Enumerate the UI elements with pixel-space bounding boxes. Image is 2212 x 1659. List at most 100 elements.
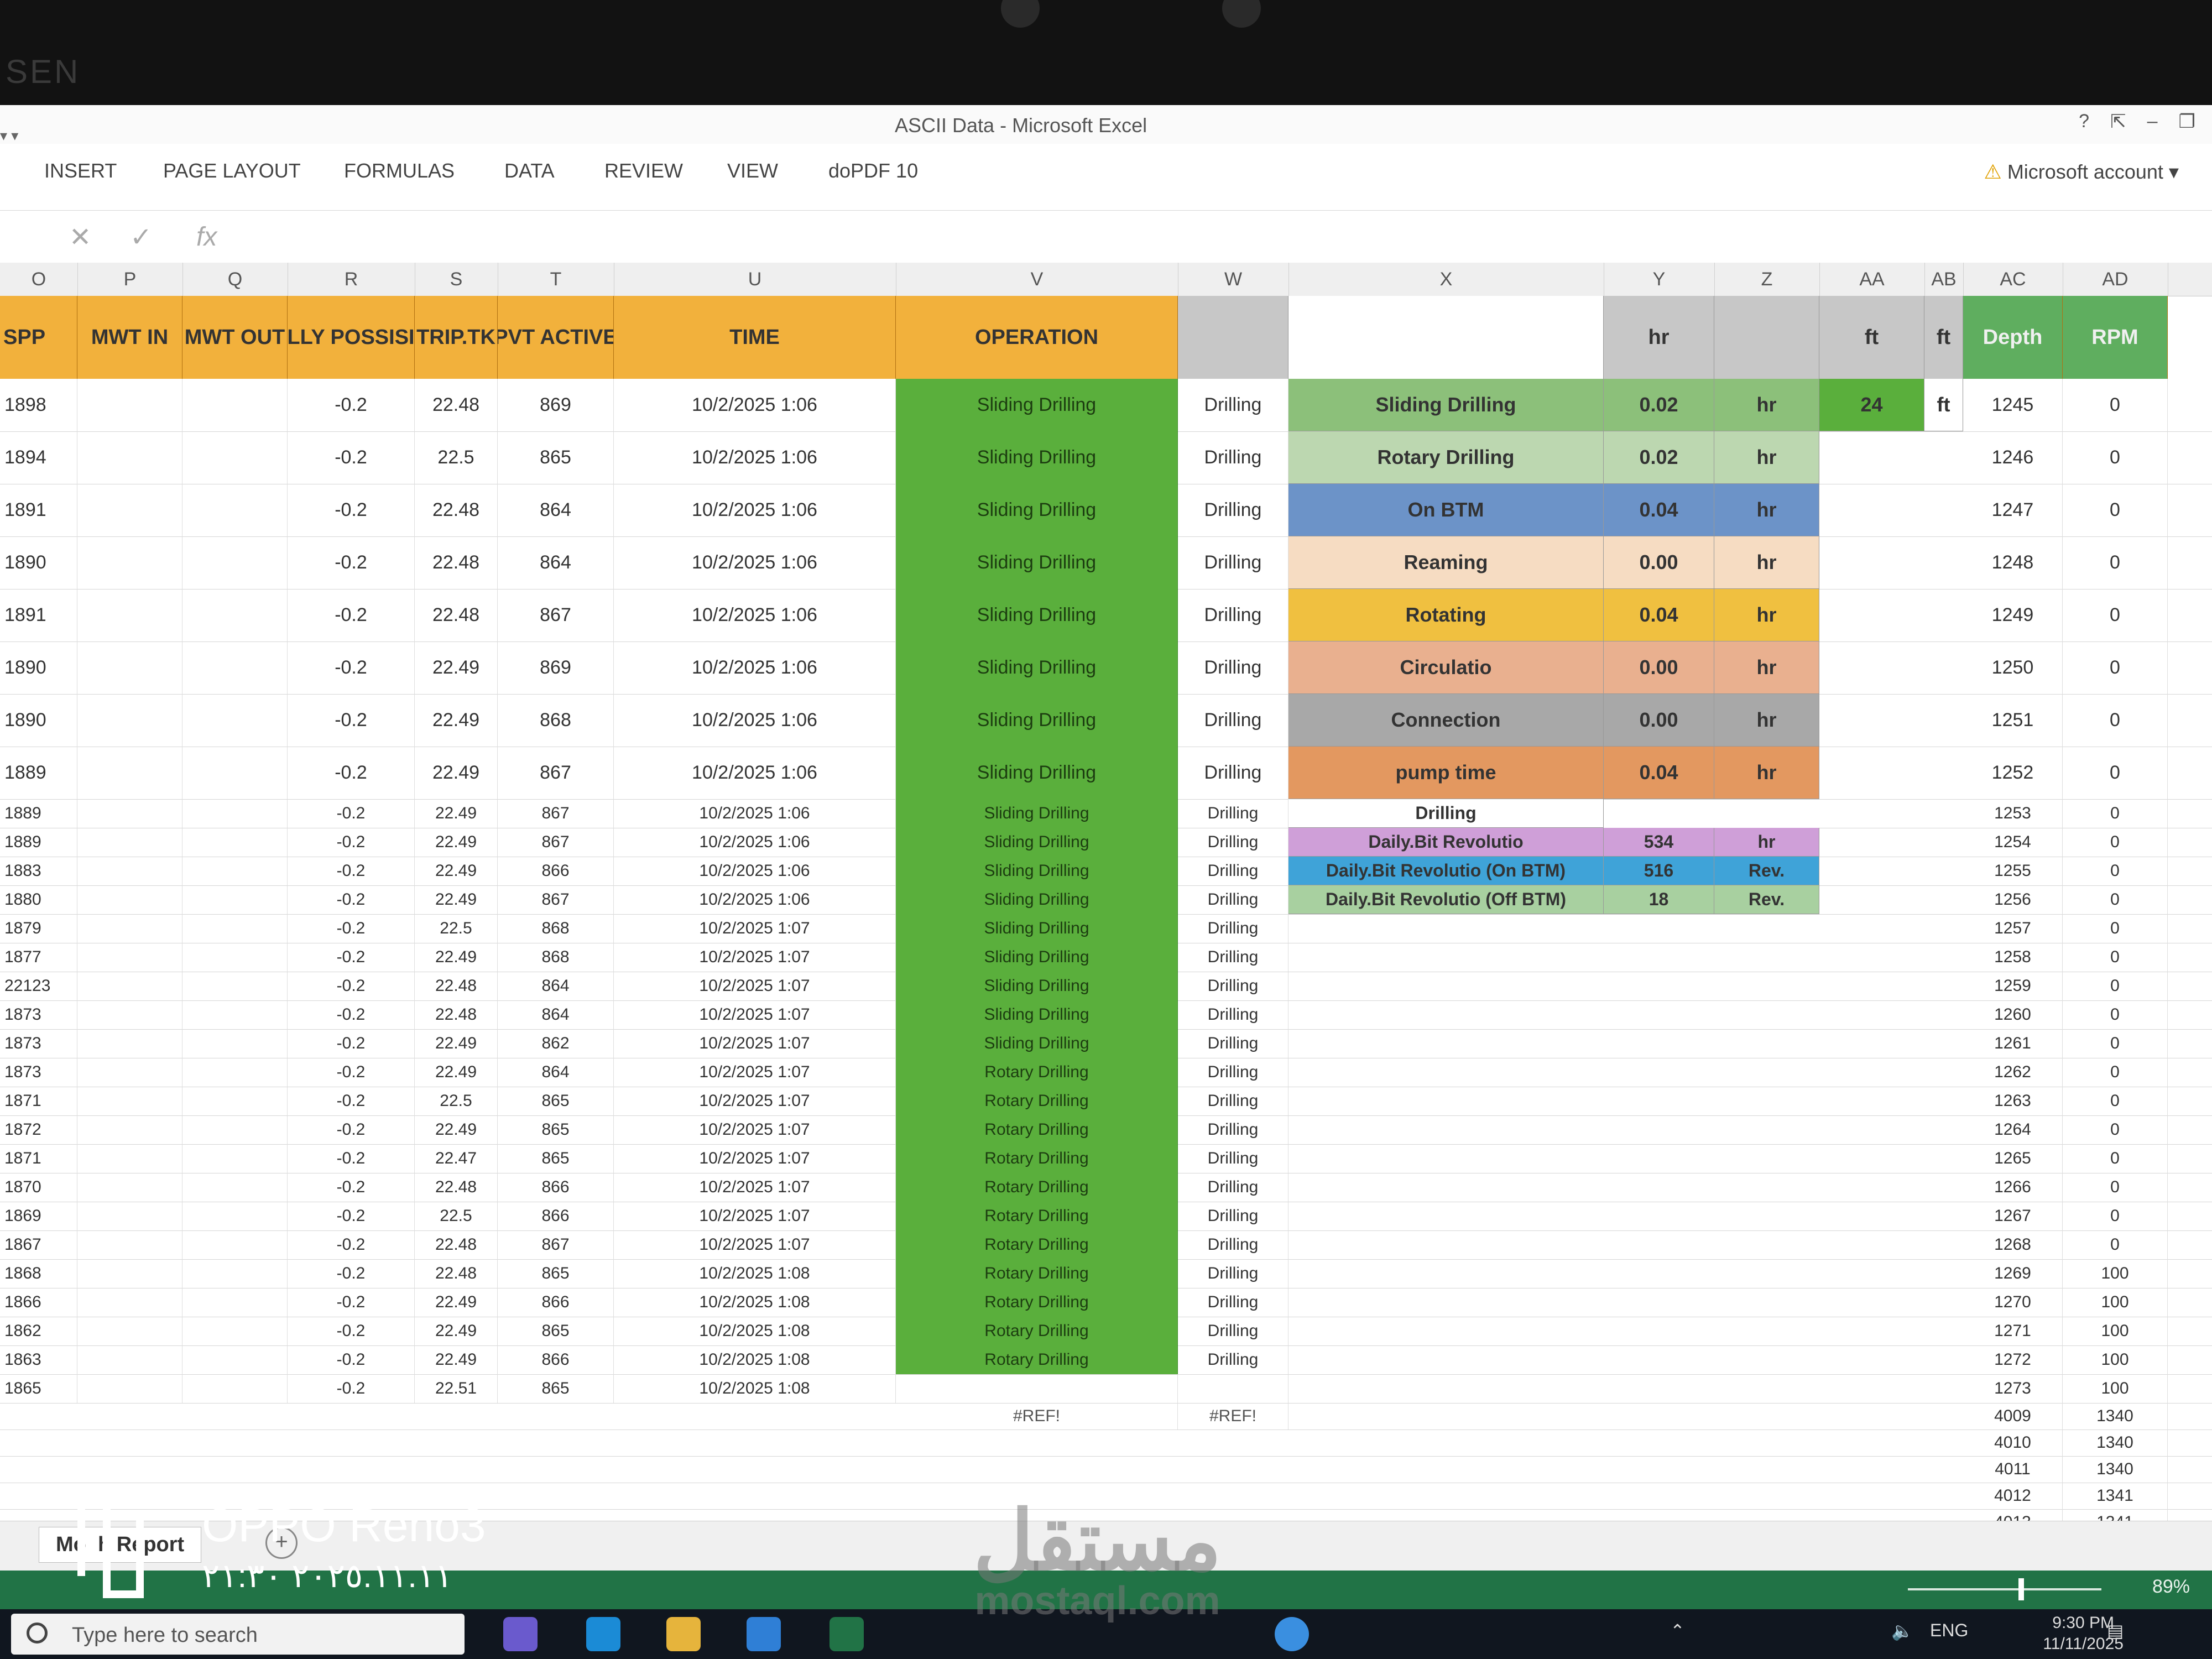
cell-operation[interactable]: Sliding Drilling	[896, 828, 1178, 857]
column-letter[interactable]: O	[0, 263, 78, 296]
cell-w[interactable]: Drilling	[1178, 1115, 1288, 1144]
cell-w[interactable]: Drilling	[1178, 1000, 1288, 1029]
cell-mwt-in[interactable]	[77, 943, 182, 972]
cell-depth[interactable]: 1261	[1963, 1029, 2063, 1058]
summary-label[interactable]: Circulatio	[1288, 641, 1604, 694]
cancel-icon[interactable]: ✕	[69, 222, 91, 253]
column-letter[interactable]: Z	[1714, 263, 1820, 296]
cell-spp[interactable]: 22123	[0, 972, 77, 1000]
cell-operation[interactable]: Rotary Drilling	[896, 1288, 1178, 1317]
cell-aa-first[interactable]: 24	[1819, 379, 1924, 431]
cell-pvt-active[interactable]: 865	[498, 1144, 614, 1173]
cell-pvt-active[interactable]: 866	[498, 1345, 614, 1374]
summary-value[interactable]: 0.00	[1604, 641, 1714, 694]
summary-unit[interactable]: hr	[1714, 641, 1819, 694]
cell-trip-tk[interactable]: 22.5	[415, 914, 498, 943]
cell-trip-tk[interactable]: 22.49	[415, 857, 498, 885]
column-letter[interactable]: X	[1288, 263, 1604, 296]
header-operation[interactable]: OPERATION	[896, 296, 1178, 379]
cell-rpm[interactable]: 1340	[2063, 1403, 2168, 1430]
cell-depth[interactable]: 1273	[1963, 1374, 2063, 1403]
cell-ab-first[interactable]: ft	[1924, 379, 1963, 431]
cell-mwt-out[interactable]	[182, 972, 288, 1000]
cell-mwt-in[interactable]	[77, 1058, 182, 1087]
cell-pvt-active[interactable]: 868	[498, 943, 614, 972]
cell-time[interactable]: 10/2/2025 1:07	[614, 1087, 896, 1115]
cell-depth[interactable]: 1267	[1963, 1202, 2063, 1230]
cell-possisi[interactable]: -0.2	[288, 1087, 415, 1115]
summary-label[interactable]: Rotating	[1288, 589, 1604, 641]
cell-time[interactable]: 10/2/2025 1:07	[614, 1173, 896, 1202]
cell-spp[interactable]: 1872	[0, 1115, 77, 1144]
cell-mwt-in[interactable]	[77, 1345, 182, 1374]
help-button[interactable]: ?	[2079, 111, 2089, 133]
cell-trip-tk[interactable]: 22.49	[415, 1345, 498, 1374]
cell-trip-tk[interactable]: 22.48	[415, 484, 498, 536]
header-z[interactable]	[1714, 296, 1819, 379]
column-letter[interactable]: P	[77, 263, 183, 296]
cell-time[interactable]: 10/2/2025 1:08	[614, 1345, 896, 1374]
cell-depth[interactable]: 1249	[1963, 589, 2063, 641]
header-y[interactable]: hr	[1604, 296, 1714, 379]
cell-rpm[interactable]: 0	[2063, 1029, 2168, 1058]
tab-review[interactable]: REVIEW	[604, 159, 683, 182]
cell-spp[interactable]: 1890	[0, 536, 77, 589]
cell-mwt-in[interactable]	[77, 857, 182, 885]
cell-rpm[interactable]: 1341	[2063, 1483, 2168, 1509]
quick-access-toolbar[interactable]: ▾ ▾	[0, 127, 18, 144]
cell-mwt-in[interactable]	[77, 1087, 182, 1115]
cell-depth[interactable]: 1264	[1963, 1115, 2063, 1144]
cell-mwt-in[interactable]	[77, 747, 182, 799]
cell-mwt-in[interactable]	[77, 828, 182, 857]
cell-operation[interactable]	[896, 1374, 1178, 1403]
cell-spp[interactable]: 1871	[0, 1144, 77, 1173]
cell-time[interactable]: 10/2/2025 1:06	[614, 379, 896, 431]
cell-possisi[interactable]: -0.2	[288, 885, 415, 914]
header-trip-tk[interactable]: TRIP.TK	[415, 296, 498, 379]
cell-spp[interactable]: 1862	[0, 1317, 77, 1345]
column-letter[interactable]: AC	[1963, 263, 2063, 296]
summary-label[interactable]: Reaming	[1288, 536, 1604, 589]
summary-unit[interactable]: hr	[1714, 431, 1819, 484]
tab-formulas[interactable]: FORMULAS	[344, 159, 455, 182]
cell-mwt-out[interactable]	[182, 747, 288, 799]
cell-rpm[interactable]: 0	[2063, 379, 2168, 431]
cell-w[interactable]	[1178, 1374, 1288, 1403]
cell-mwt-out[interactable]	[182, 1029, 288, 1058]
cell-pvt-active[interactable]: 868	[498, 914, 614, 943]
cell-possisi[interactable]: -0.2	[288, 747, 415, 799]
cell-depth[interactable]: 1259	[1963, 972, 2063, 1000]
cell-pvt-active[interactable]: 867	[498, 747, 614, 799]
cell-spp[interactable]: 1867	[0, 1230, 77, 1259]
cell-w[interactable]: Drilling	[1178, 828, 1288, 857]
cell-trip-tk[interactable]: 22.48	[415, 1259, 498, 1288]
cell-depth[interactable]: 1250	[1963, 641, 2063, 694]
cell-time[interactable]: 10/2/2025 1:06	[614, 536, 896, 589]
cell-w[interactable]: Drilling	[1178, 1317, 1288, 1345]
cell-possisi[interactable]: -0.2	[288, 1029, 415, 1058]
cell-w[interactable]: Drilling	[1178, 1230, 1288, 1259]
cell-pvt-active[interactable]: 865	[498, 1317, 614, 1345]
header-time[interactable]: TIME	[614, 296, 896, 379]
cell-possisi[interactable]: -0.2	[288, 694, 415, 747]
cell-time[interactable]: 10/2/2025 1:07	[614, 1230, 896, 1259]
cell-operation[interactable]: Sliding Drilling	[896, 799, 1178, 828]
cell-pvt-active[interactable]: 869	[498, 379, 614, 431]
cell-mwt-out[interactable]	[182, 641, 288, 694]
cell-spp[interactable]: 1880	[0, 885, 77, 914]
cell-spp[interactable]: 1879	[0, 914, 77, 943]
cell-pvt-active[interactable]: 864	[498, 1000, 614, 1029]
cell-time[interactable]: 10/2/2025 1:06	[614, 694, 896, 747]
cell-operation[interactable]: Sliding Drilling	[896, 943, 1178, 972]
cell-spp[interactable]: 1868	[0, 1259, 77, 1288]
tab-insert[interactable]: INSERT	[44, 159, 117, 182]
cell-rpm[interactable]: 0	[2063, 641, 2168, 694]
cell-pvt-active[interactable]: 864	[498, 536, 614, 589]
cell-trip-tk[interactable]: 22.49	[415, 1058, 498, 1087]
cell-mwt-in[interactable]	[77, 1317, 182, 1345]
cell-possisi[interactable]: -0.2	[288, 1345, 415, 1374]
cell-w[interactable]: Drilling	[1178, 1288, 1288, 1317]
cell-rpm[interactable]: 0	[2063, 694, 2168, 747]
cell-w[interactable]: Drilling	[1178, 431, 1288, 484]
cell-possisi[interactable]: -0.2	[288, 484, 415, 536]
